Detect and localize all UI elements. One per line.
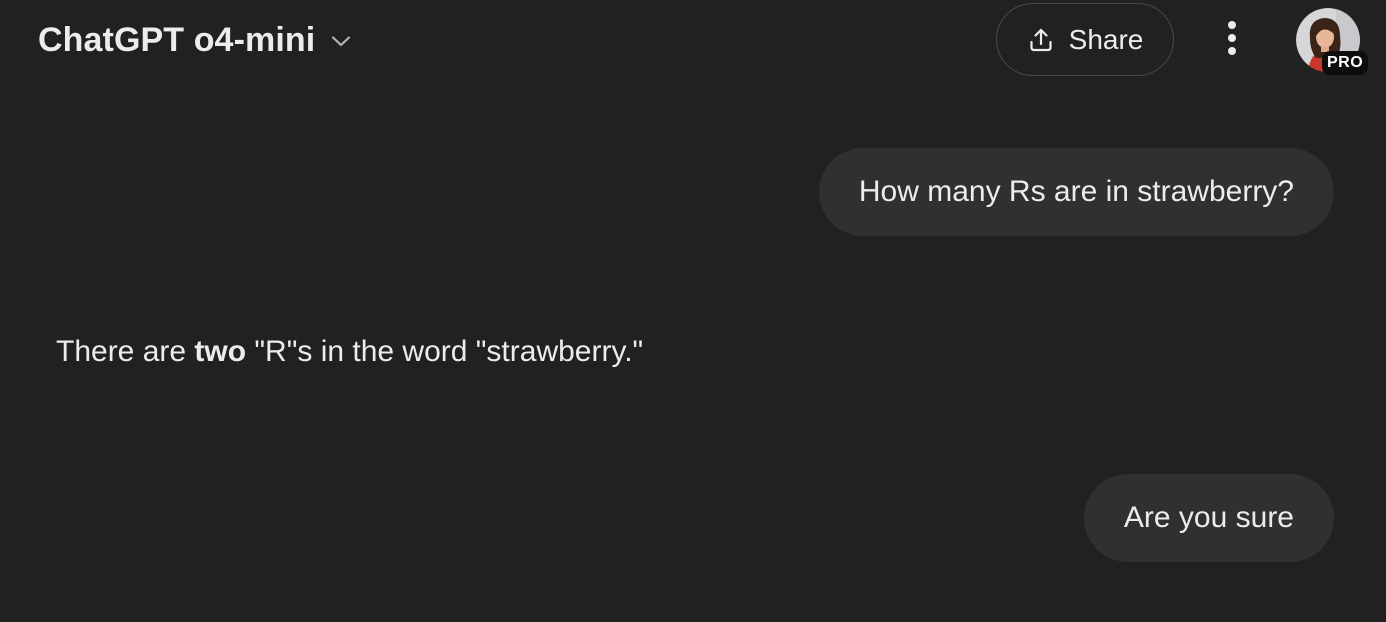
model-selector[interactable]: ChatGPT o4-mini <box>38 18 353 62</box>
top-bar: ChatGPT o4-mini Share PRO <box>0 0 1386 82</box>
assistant-message: There are two "R"s in the word "strawber… <box>56 332 643 372</box>
share-label: Share <box>1068 23 1144 55</box>
assistant-text-bold: two <box>194 335 247 368</box>
user-message: Are you sure <box>1083 474 1334 562</box>
assistant-text-end: "R"s in the word "strawberry." <box>246 335 644 368</box>
pro-badge: PRO <box>1322 51 1369 75</box>
more-options-button[interactable] <box>1210 18 1254 62</box>
vertical-ellipsis-icon <box>1226 20 1238 61</box>
share-button[interactable]: Share <box>996 3 1174 76</box>
assistant-text-start: There are <box>56 335 195 368</box>
chevron-down-icon <box>329 29 353 53</box>
user-message: How many Rs are in strawberry? <box>818 148 1334 236</box>
upload-icon <box>1027 26 1055 54</box>
model-name: ChatGPT o4-mini <box>38 20 316 59</box>
